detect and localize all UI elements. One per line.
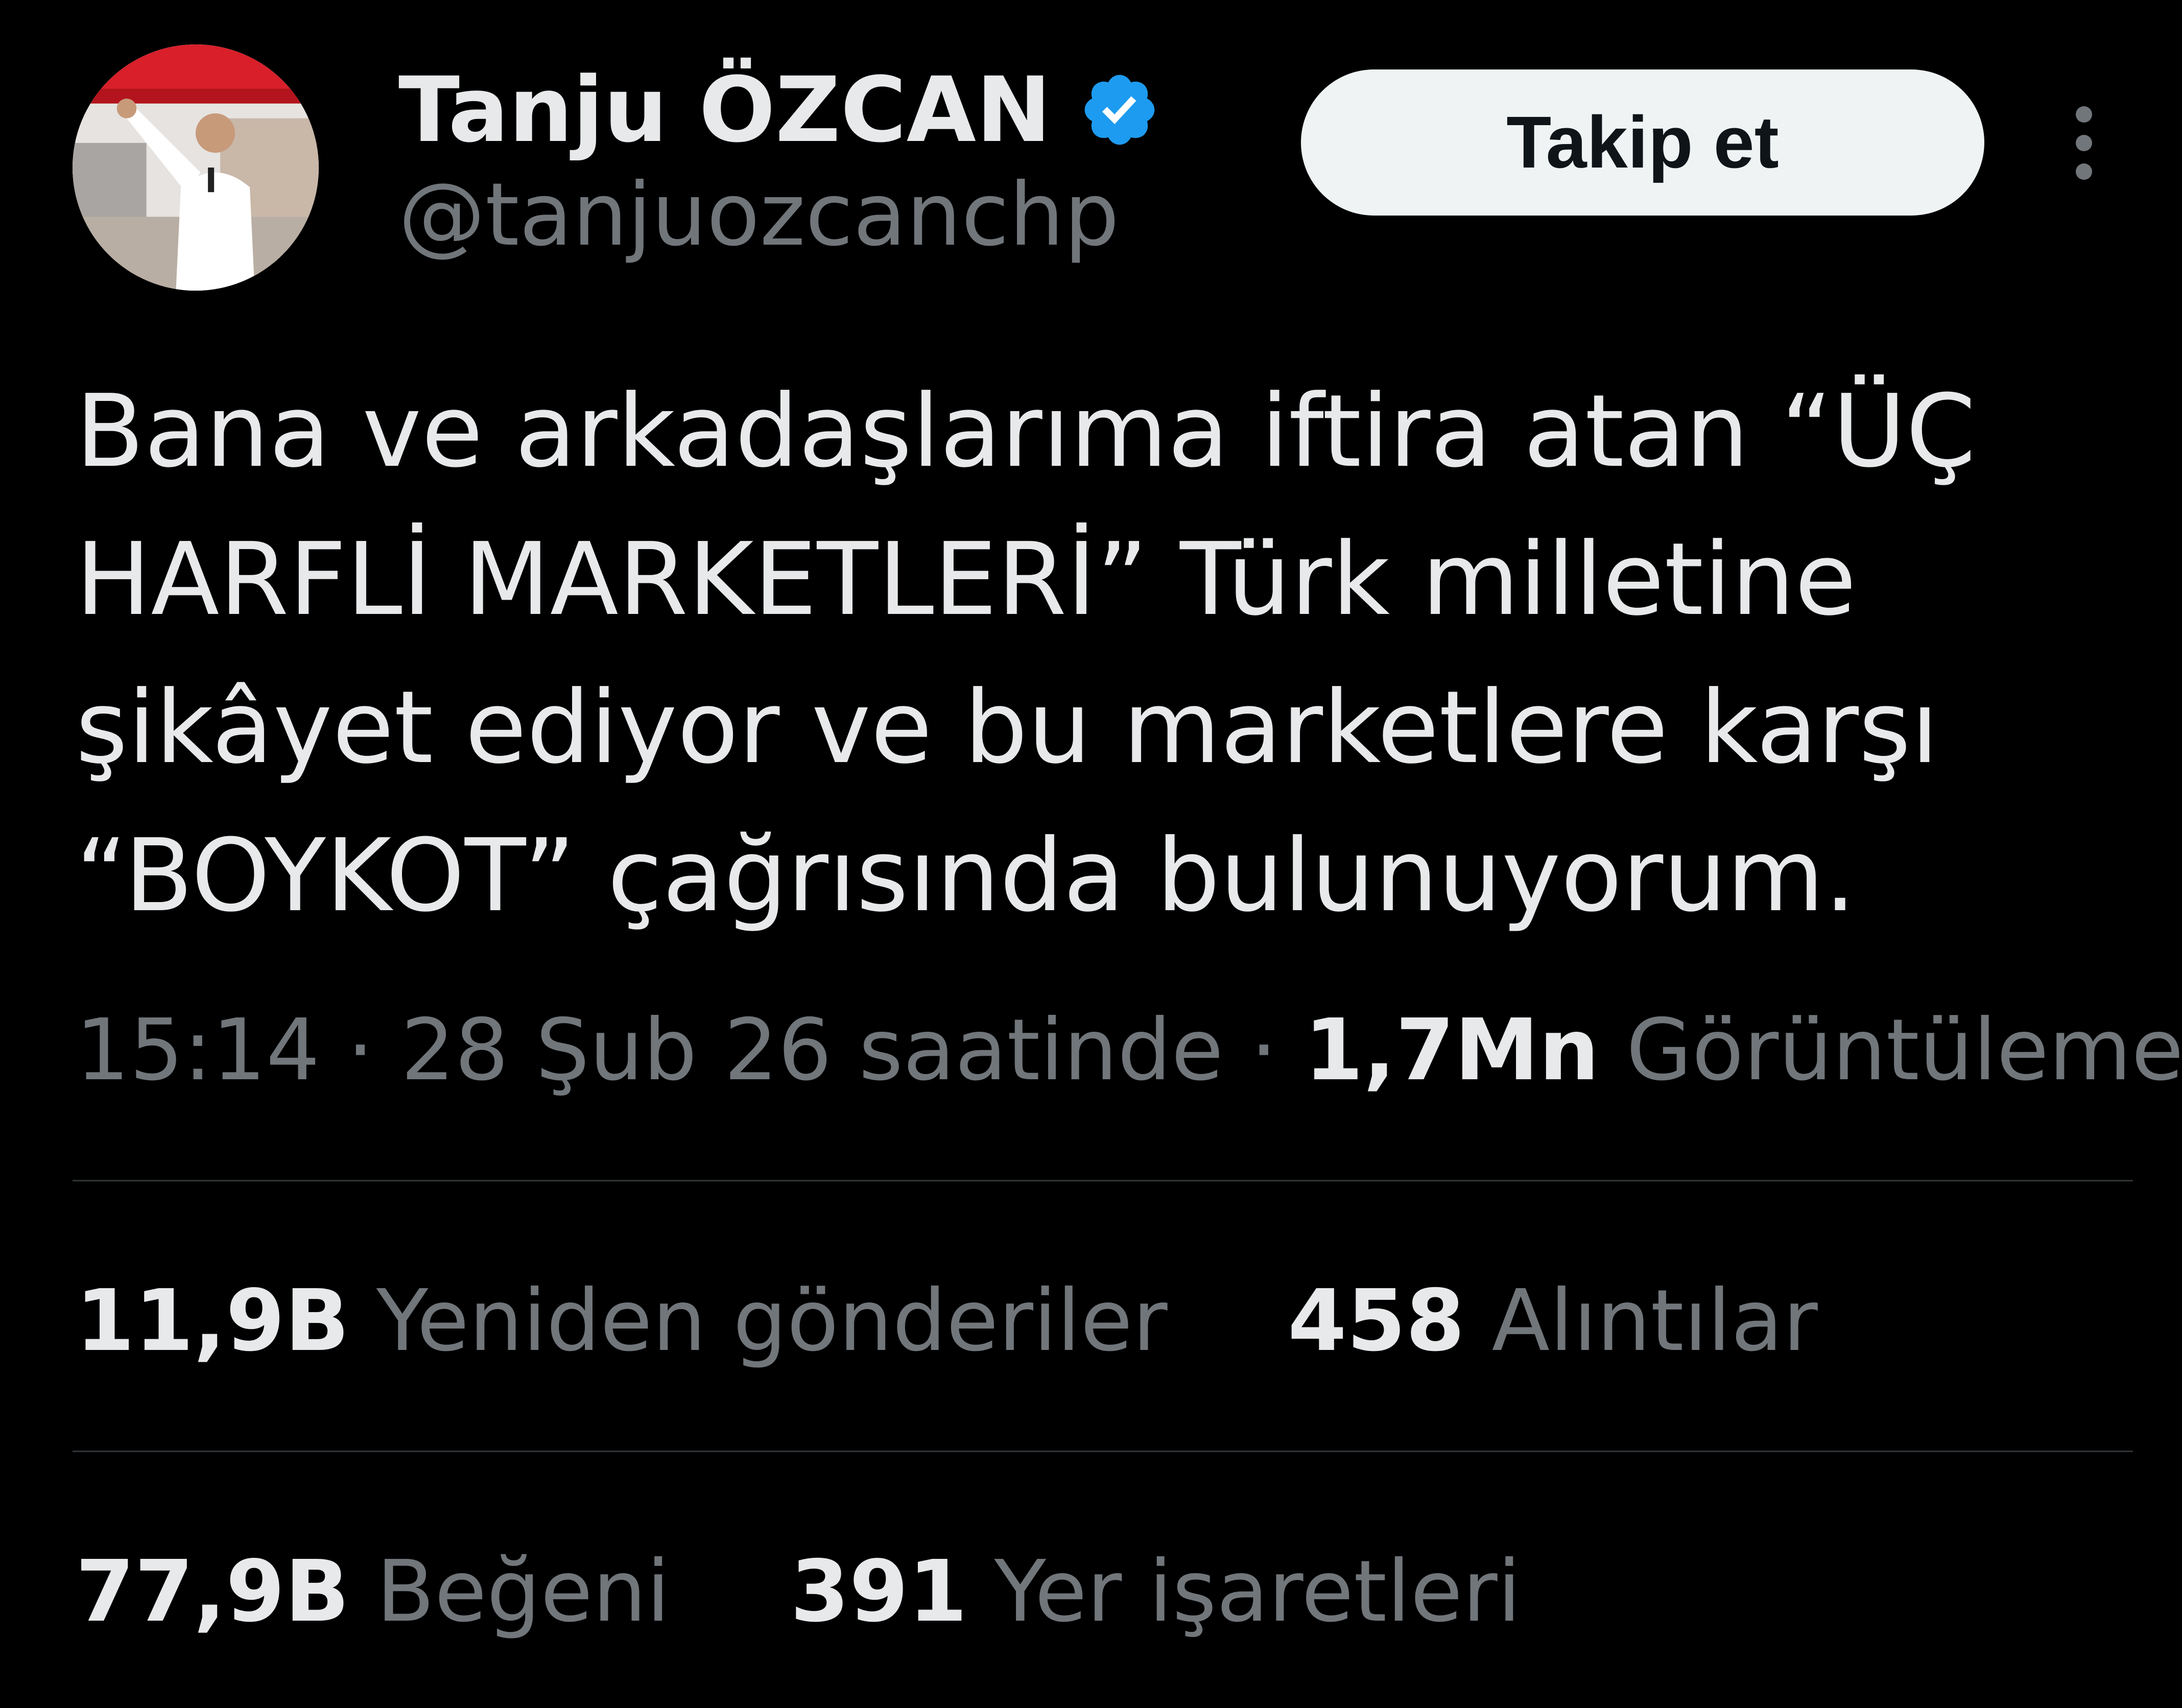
quotes-label: Alıntılar: [1491, 1272, 1818, 1370]
stats-row-engagement: 77,9B Beğeni 391 Yer işaretleri: [76, 1543, 1521, 1641]
meta-separator: ·: [1250, 1001, 1277, 1100]
quotes-count: 458: [1288, 1272, 1465, 1370]
stats-row-reposts: 11,9B Yeniden gönderiler 458 Alıntılar: [76, 1272, 1818, 1370]
likes-stat[interactable]: 77,9B Beğeni: [76, 1543, 670, 1641]
user-handle[interactable]: @tanjuozcanchp: [398, 164, 1160, 266]
retweets-stat[interactable]: 11,9B Yeniden gönderiler: [76, 1272, 1168, 1370]
divider: [73, 1451, 2133, 1452]
avatar-photo: [73, 44, 319, 291]
tweet-text: Bana ve arkadaşlarıma iftira atan “ÜÇ HA…: [76, 373, 1976, 934]
follow-button[interactable]: Takip et: [1301, 69, 1984, 216]
author-info: Tanju ÖZCAN @tanjuozcanchp: [398, 56, 1160, 266]
more-options-icon[interactable]: [2064, 102, 2104, 184]
avatar[interactable]: [73, 44, 319, 291]
verified-badge-icon[interactable]: [1079, 69, 1160, 151]
bookmarks-stat[interactable]: 391 Yer işaretleri: [790, 1543, 1521, 1641]
retweets-label: Yeniden gönderiler: [376, 1272, 1168, 1370]
views-label[interactable]: Görüntüleme: [1626, 1001, 2182, 1100]
views-count[interactable]: 1,7Mn: [1305, 1001, 1599, 1100]
bookmarks-label: Yer işaretleri: [994, 1543, 1521, 1641]
quotes-stat[interactable]: 458 Alıntılar: [1288, 1272, 1818, 1370]
display-name-row: Tanju ÖZCAN: [398, 56, 1160, 163]
retweets-count: 11,9B: [76, 1272, 350, 1370]
likes-label: Beğeni: [376, 1543, 670, 1641]
divider: [73, 1180, 2133, 1181]
meta-separator: ·: [347, 1001, 374, 1100]
tweet-time[interactable]: 15:14: [76, 1001, 320, 1100]
display-name[interactable]: Tanju ÖZCAN: [398, 58, 1051, 162]
tweet-meta: 15:14 · 28 Şub 26 saatinde · 1,7Mn Görün…: [76, 1001, 2182, 1100]
likes-count: 77,9B: [76, 1543, 350, 1641]
bookmarks-count: 391: [790, 1543, 967, 1641]
tweet-date[interactable]: 28 Şub 26 saatinde: [401, 1001, 1224, 1100]
